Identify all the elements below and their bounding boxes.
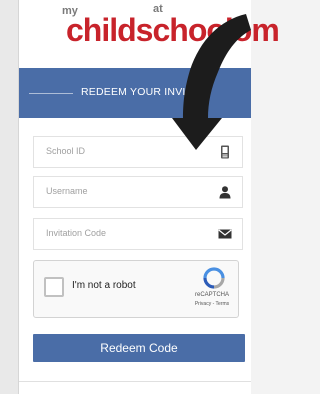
banner-left-rule	[29, 93, 73, 94]
redeem-banner: REDEEM YOUR INVI	[19, 68, 251, 118]
logo-main-text: childschool	[66, 12, 234, 48]
id-card-icon	[221, 145, 229, 159]
username-input[interactable]	[44, 185, 208, 197]
recaptcha-icon	[203, 267, 225, 289]
school-id-input[interactable]	[44, 145, 208, 157]
invitation-code-input[interactable]	[44, 227, 208, 239]
recaptcha-terms-link[interactable]: Privacy - Terms	[182, 301, 242, 307]
logo-wordmark: childschoolom	[66, 12, 280, 49]
recaptcha-checkbox[interactable]	[44, 277, 64, 297]
redeem-code-button[interactable]: Redeem Code	[33, 334, 245, 362]
username-field[interactable]	[33, 176, 243, 208]
banner-title: REDEEM YOUR INVI	[81, 86, 186, 98]
user-icon	[219, 186, 231, 199]
mychildatschool-logo: my at childschoolom	[22, 2, 280, 60]
invitation-code-field[interactable]	[33, 218, 243, 250]
recaptcha-label: I'm not a robot	[72, 280, 136, 291]
recaptcha-brand: reCAPTCHA	[194, 292, 229, 298]
school-id-field[interactable]	[33, 136, 243, 168]
envelope-icon	[218, 229, 232, 239]
recaptcha-widget: I'm not a robot reCAPTCHA Privacy - Term…	[33, 260, 239, 318]
left-gutter	[0, 0, 19, 394]
logo-suffix-text: om	[232, 12, 280, 48]
bottom-divider	[19, 381, 251, 382]
